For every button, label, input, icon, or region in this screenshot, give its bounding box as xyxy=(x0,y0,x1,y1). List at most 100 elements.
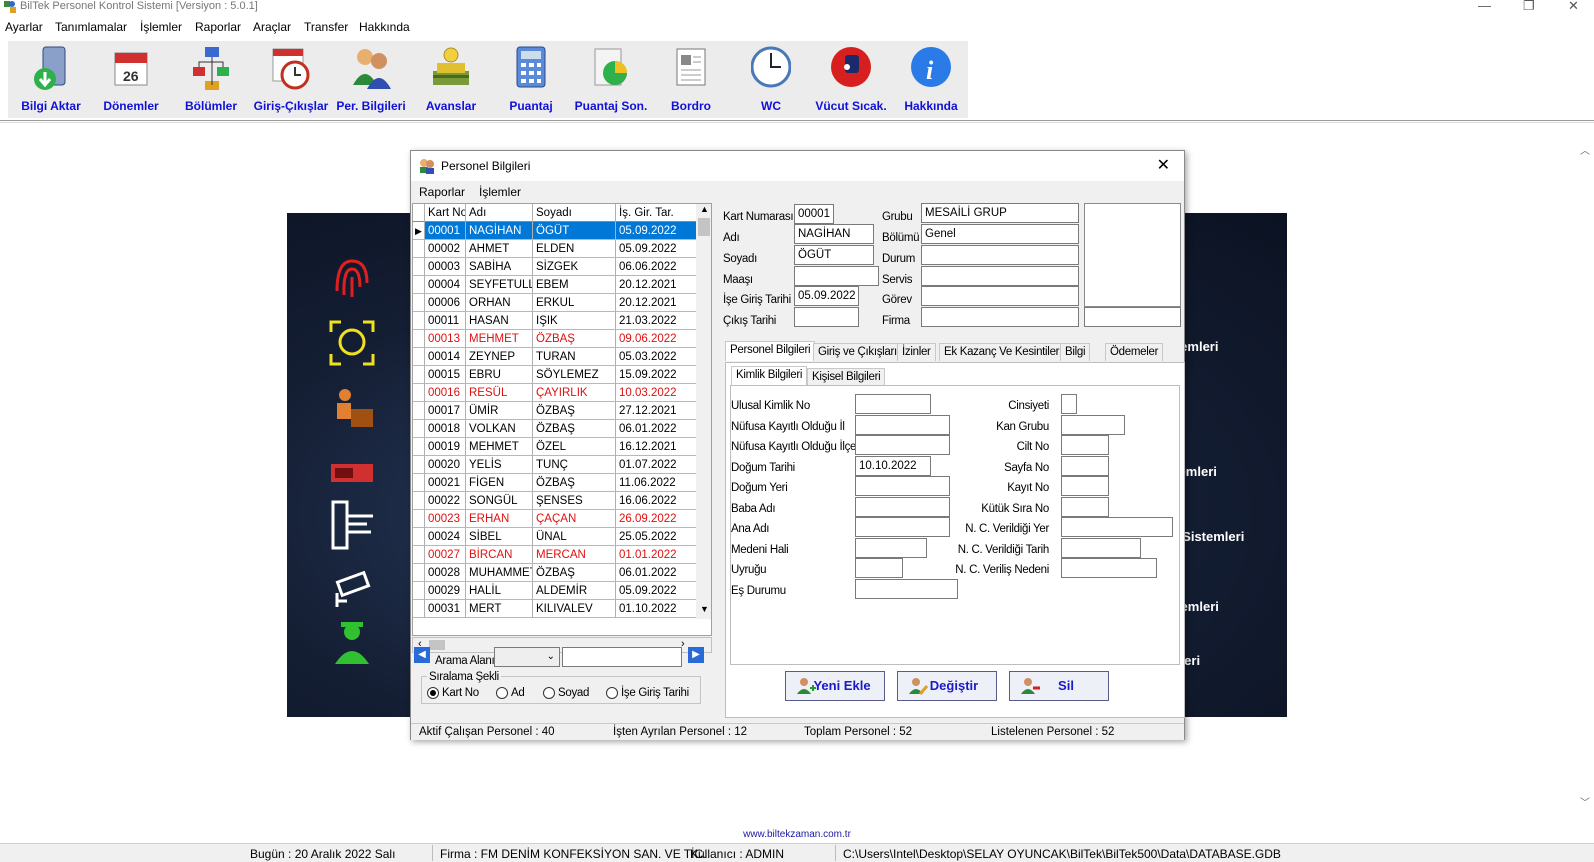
menu-araclar[interactable]: Araçlar xyxy=(253,20,291,34)
cell-kart-no[interactable]: 00028 xyxy=(425,564,466,582)
cell-soyadi[interactable]: ERKUL xyxy=(533,294,616,312)
gorev-input[interactable] xyxy=(921,286,1079,306)
grid-vertical-scrollbar[interactable]: ▲ ▼ xyxy=(696,204,711,619)
sil-button[interactable]: Sil xyxy=(1009,671,1109,701)
cell-ise-giris[interactable]: 16.12.2021 xyxy=(616,438,697,456)
cell-kart-no[interactable]: 00019 xyxy=(425,438,466,456)
cell-soyadi[interactable]: ELDEN xyxy=(533,240,616,258)
cell-ise-giris[interactable]: 05.03.2022 xyxy=(616,348,697,366)
table-row[interactable]: 00018 VOLKAN ÖZBAŞ 06.01.2022 xyxy=(413,420,697,438)
cell-ise-giris[interactable]: 01.10.2022 xyxy=(616,600,697,618)
cell-kart-no[interactable]: 00015 xyxy=(425,366,466,384)
personnel-grid[interactable]: Kart No Adı Soyadı İş. Gir. Tar. ▶ 00001 N… xyxy=(412,203,712,636)
last-record-button[interactable]: ▶ xyxy=(688,647,704,663)
cell-soyadi[interactable]: ÖZBAŞ xyxy=(533,402,616,420)
cell-adi[interactable]: MEHMET xyxy=(466,438,533,456)
table-row[interactable]: 00014 ZEYNEP TURAN 05.03.2022 xyxy=(413,348,697,366)
cell-soyadi[interactable]: ÖZBAŞ xyxy=(533,474,616,492)
cell-kart-no[interactable]: 00018 xyxy=(425,420,466,438)
cell-kart-no[interactable]: 00014 xyxy=(425,348,466,366)
kimlik-input-8[interactable] xyxy=(855,558,903,578)
cell-ise-giris[interactable]: 01.07.2022 xyxy=(616,456,697,474)
cell-ise-giris[interactable]: 09.06.2022 xyxy=(616,330,697,348)
kimlik-right-input-0[interactable] xyxy=(1061,394,1077,414)
kimlik-right-input-2[interactable] xyxy=(1061,435,1109,455)
menu-tanimlamalar[interactable]: Tanımlamalar xyxy=(55,20,127,34)
cell-adi[interactable]: SABİHA xyxy=(466,258,533,276)
degistir-button[interactable]: Değiştir xyxy=(897,671,997,701)
cell-ise-giris[interactable]: 25.05.2022 xyxy=(616,528,697,546)
table-row[interactable]: ▶ 00001 NAGİHAN ÖGÜT 05.09.2022 xyxy=(413,222,697,240)
cell-kart-no[interactable]: 00022 xyxy=(425,492,466,510)
subtab-kisisel-bilgileri[interactable]: Kişisel Bilgileri xyxy=(807,368,886,386)
kimlik-right-input-4[interactable] xyxy=(1061,476,1109,496)
cell-kart-no[interactable]: 00024 xyxy=(425,528,466,546)
cell-kart-no[interactable]: 00031 xyxy=(425,600,466,618)
search-input[interactable] xyxy=(562,647,682,667)
grubu-input[interactable]: MESAİLİ GRUP xyxy=(921,203,1079,223)
search-field-select[interactable]: ⌄ xyxy=(494,647,560,667)
hakkinda-button[interactable]: i Hakkında xyxy=(892,41,970,117)
cell-kart-no[interactable]: 00011 xyxy=(425,312,466,330)
table-row[interactable]: 00019 MEHMET ÖZEL 16.12.2021 xyxy=(413,438,697,456)
cell-soyadi[interactable]: ÜNAL xyxy=(533,528,616,546)
cikis-tarihi-input[interactable] xyxy=(794,307,859,327)
header-kart-no[interactable]: Kart No xyxy=(425,204,466,222)
tab-giris-ve-cikislari[interactable]: Giriş ve Çıkışları xyxy=(813,343,902,361)
sort-kart-no-radio[interactable] xyxy=(427,687,439,699)
menu-raporlar[interactable]: Raporlar xyxy=(195,20,241,34)
kimlik-input-6[interactable] xyxy=(855,517,950,537)
sort-ad-radio[interactable] xyxy=(496,687,508,699)
cell-kart-no[interactable]: 00013 xyxy=(425,330,466,348)
kimlik-right-input-7[interactable] xyxy=(1061,537,1141,558)
table-row[interactable]: 00029 HALİL ALDEMİR 05.09.2022 xyxy=(413,582,697,600)
cell-adi[interactable]: AHMET xyxy=(466,240,533,258)
cell-soyadi[interactable]: TURAN xyxy=(533,348,616,366)
dialog-menu-islemler[interactable]: İşlemler xyxy=(479,185,521,199)
cell-soyadi[interactable]: ÇAÇAN xyxy=(533,510,616,528)
table-row[interactable]: 00022 SONGÜL ŞENSES 16.06.2022 xyxy=(413,492,697,510)
avanslar-button[interactable]: Avanslar xyxy=(412,41,490,117)
cell-adi[interactable]: VOLKAN xyxy=(466,420,533,438)
cell-ise-giris[interactable]: 05.09.2022 xyxy=(616,222,697,240)
cell-adi[interactable]: YELİS xyxy=(466,456,533,474)
kimlik-input-0[interactable] xyxy=(855,394,931,414)
cell-ise-giris[interactable]: 05.09.2022 xyxy=(616,240,697,258)
cell-soyadi[interactable]: ÇAYIRLIK xyxy=(533,384,616,402)
header-ise-giris[interactable]: İş. Gir. Tar. xyxy=(616,204,697,222)
cell-adi[interactable]: FİGEN xyxy=(466,474,533,492)
cell-soyadi[interactable]: EBEM xyxy=(533,276,616,294)
minimize-button[interactable]: — xyxy=(1478,0,1491,13)
table-row[interactable]: 00006 ORHAN ERKUL 20.12.2021 xyxy=(413,294,697,312)
tab-odemeler[interactable]: Ödemeler xyxy=(1105,343,1164,361)
cell-kart-no[interactable]: 00027 xyxy=(425,546,466,564)
table-row[interactable]: 00031 MERT KILIVALEV 01.10.2022 xyxy=(413,600,697,618)
photo-path-input[interactable] xyxy=(1084,307,1181,327)
cell-adi[interactable]: MUHAMMET xyxy=(466,564,533,582)
cell-soyadi[interactable]: ÖZBAŞ xyxy=(533,420,616,438)
bolumu-input[interactable]: Genel xyxy=(921,224,1079,244)
cell-ise-giris[interactable]: 10.03.2022 xyxy=(616,384,697,402)
kimlik-input-2[interactable] xyxy=(855,435,950,455)
cell-kart-no[interactable]: 00029 xyxy=(425,582,466,600)
cell-kart-no[interactable]: 00023 xyxy=(425,510,466,528)
cell-soyadi[interactable]: SÖYLEMEZ xyxy=(533,366,616,384)
yeni-ekle-button[interactable]: Yeni Ekle xyxy=(785,671,885,701)
cell-adi[interactable]: BİRCAN xyxy=(466,546,533,564)
cell-adi[interactable]: RESÜL xyxy=(466,384,533,402)
cell-soyadi[interactable]: ÖZBAŞ xyxy=(533,564,616,582)
table-row[interactable]: 00016 RESÜL ÇAYIRLIK 10.03.2022 xyxy=(413,384,697,402)
cell-soyadi[interactable]: TUNÇ xyxy=(533,456,616,474)
cell-soyadi[interactable]: ÖZBAŞ xyxy=(533,330,616,348)
cell-ise-giris[interactable]: 06.01.2022 xyxy=(616,564,697,582)
tab-izinler[interactable]: İzinler xyxy=(897,343,936,361)
puantaj-button[interactable]: Puantaj xyxy=(492,41,570,117)
maasi-input[interactable] xyxy=(794,266,879,286)
table-row[interactable]: 00013 MEHMET ÖZBAŞ 09.06.2022 xyxy=(413,330,697,348)
cell-adi[interactable]: ÜMİR xyxy=(466,402,533,420)
cell-soyadi[interactable]: ŞENSES xyxy=(533,492,616,510)
cell-kart-no[interactable]: 00004 xyxy=(425,276,466,294)
kimlik-right-input-5[interactable] xyxy=(1061,496,1109,517)
table-row[interactable]: 00027 BİRCAN MERCAN 01.01.2022 xyxy=(413,546,697,564)
cell-soyadi[interactable]: ALDEMİR xyxy=(533,582,616,600)
